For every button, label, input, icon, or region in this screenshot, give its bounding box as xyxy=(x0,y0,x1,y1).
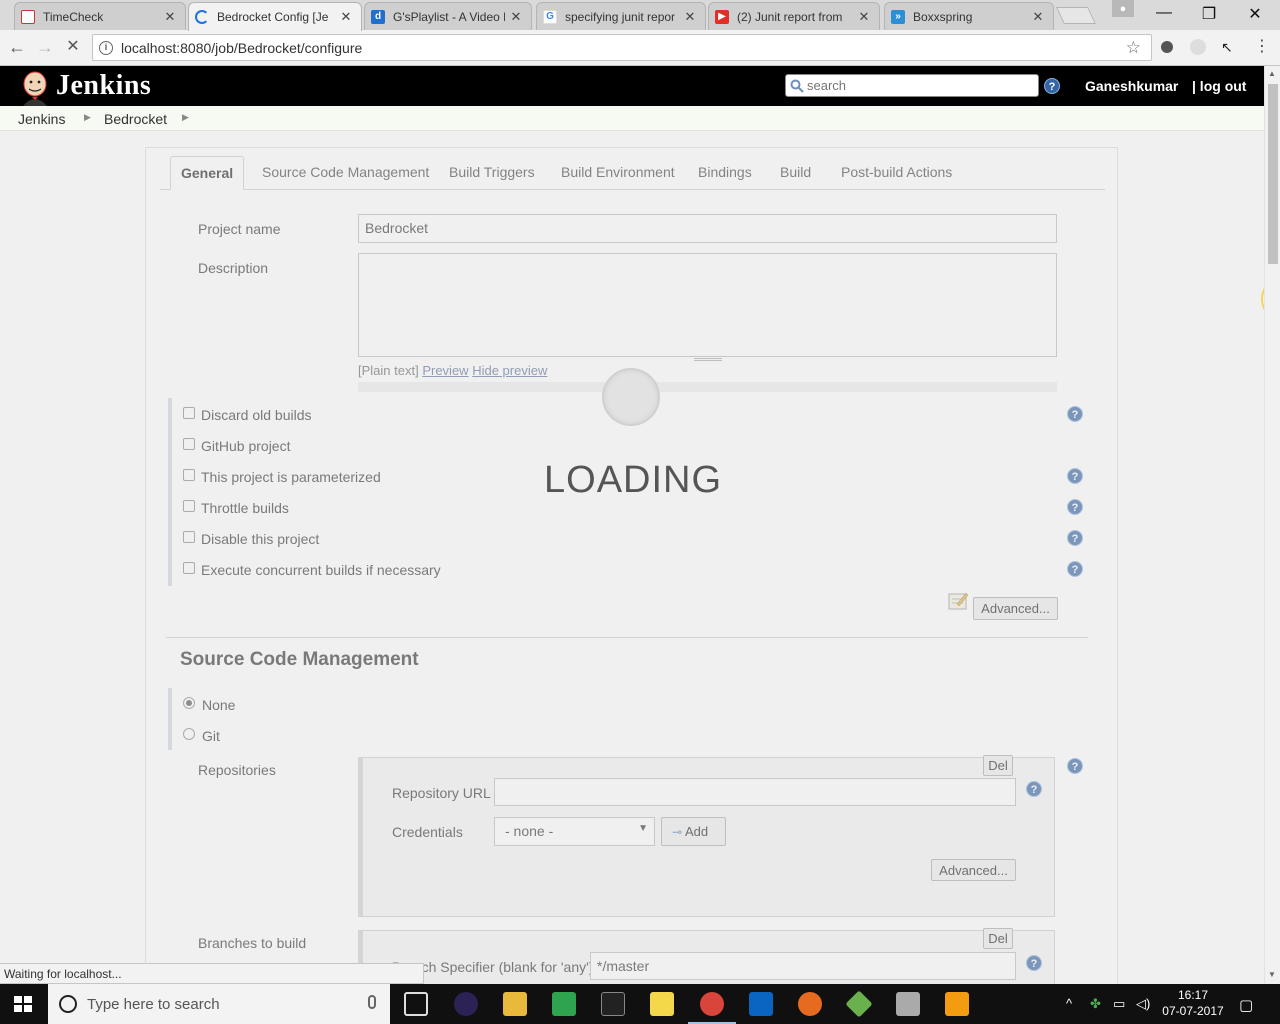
logout-link[interactable]: | log out xyxy=(1192,78,1246,94)
minimize-icon[interactable]: — xyxy=(1141,4,1187,22)
playlist-favicon: d xyxy=(371,9,385,24)
notifications-icon[interactable]: ▢ xyxy=(1239,996,1253,1014)
sticky-notes-icon[interactable] xyxy=(650,992,674,1016)
close-icon[interactable]: ✕ xyxy=(163,9,177,25)
search-icon xyxy=(790,79,804,93)
taskbar-search-placeholder[interactable]: Type here to search xyxy=(87,996,220,1013)
extension-icon[interactable] xyxy=(1190,39,1206,55)
extension-cursor-icon[interactable]: ↖ xyxy=(1221,39,1237,55)
clock-date: 07-07-2017 xyxy=(1162,1004,1224,1018)
url-text[interactable]: localhost:8080/job/Bedrocket/configure xyxy=(121,40,362,56)
network-icon[interactable]: ▭ xyxy=(1113,996,1125,1012)
help-icon[interactable]: ? xyxy=(1044,78,1060,94)
chevron-right-icon[interactable]: ▶ xyxy=(84,112,91,123)
firefox-icon[interactable] xyxy=(798,992,822,1016)
browser-tab-boxxspring[interactable]: » Boxxspring ✕ xyxy=(884,2,1054,30)
chrome-icon[interactable] xyxy=(688,992,736,1024)
back-icon[interactable]: ← xyxy=(6,36,28,58)
bookmark-star-icon[interactable]: ☆ xyxy=(1126,38,1141,58)
close-icon[interactable]: ✕ xyxy=(339,9,353,25)
new-tab-button[interactable] xyxy=(1056,7,1096,24)
forward-icon[interactable]: → xyxy=(34,36,56,58)
search-input[interactable] xyxy=(807,78,1027,93)
browser-status-bubble: Waiting for localhost... xyxy=(0,963,424,984)
browser-tab-bedrocket-config[interactable]: Bedrocket Config [Je ✕ xyxy=(188,2,362,31)
taskbar-search-box[interactable]: Type here to search xyxy=(48,984,390,1024)
google-favicon: G xyxy=(543,9,557,24)
file-explorer-icon[interactable] xyxy=(503,992,527,1016)
youtube-favicon: ▶ xyxy=(715,9,729,24)
app-window-icon[interactable] xyxy=(896,992,920,1016)
page-scrollbar[interactable]: ▲ ▼ xyxy=(1264,66,1280,984)
chevron-right-icon[interactable]: ▶ xyxy=(182,112,189,123)
windows-taskbar: Type here to search ^ ✤ ▭ ◁) 16:17 07-07… xyxy=(0,984,1280,1024)
jenkins-logo-text[interactable]: Jenkins xyxy=(56,70,151,102)
close-window-icon[interactable]: ✕ xyxy=(1232,4,1278,24)
close-icon[interactable]: ✕ xyxy=(857,9,871,25)
jenkins-header: Jenkins ? Ganeshkumar | log out xyxy=(0,66,1264,106)
tab-title: G'sPlaylist - A Video F xyxy=(393,9,505,24)
sublime-text-icon[interactable] xyxy=(945,992,969,1016)
tab-title: specifying junit repor xyxy=(565,9,676,24)
boxxspring-favicon: » xyxy=(891,9,905,24)
info-icon[interactable]: i xyxy=(99,40,113,55)
tab-title: TimeCheck xyxy=(43,9,104,24)
user-name-link[interactable]: Ganeshkumar xyxy=(1085,78,1178,94)
stop-loading-icon[interactable]: ✕ xyxy=(62,36,84,58)
tab-title: Boxxspring xyxy=(913,9,973,24)
browser-tab-timecheck[interactable]: TimeCheck ✕ xyxy=(14,2,186,30)
browser-tab-playlist[interactable]: d G'sPlaylist - A Video F ✕ xyxy=(364,2,532,30)
tab-title: (2) Junit report from xyxy=(737,9,843,24)
loading-text: LOADING xyxy=(544,459,723,501)
browser-tab-strip: TimeCheck ✕ Bedrocket Config [Je ✕ d G's… xyxy=(0,0,1280,31)
taskbar-clock[interactable]: 16:17 07-07-2017 xyxy=(1162,987,1224,1019)
volume-icon[interactable]: ◁) xyxy=(1136,996,1150,1012)
windows-start-icon[interactable] xyxy=(14,996,32,1013)
scrollbar-thumb[interactable] xyxy=(1268,84,1278,264)
cortana-icon xyxy=(59,995,77,1013)
menu-icon[interactable]: ⋮ xyxy=(1254,36,1270,55)
git-icon[interactable] xyxy=(845,990,873,1018)
tab-title: Bedrocket Config [Je xyxy=(217,10,329,24)
timecheck-favicon xyxy=(21,9,35,24)
jenkins-butler-logo[interactable] xyxy=(18,70,52,106)
task-view-icon[interactable] xyxy=(404,992,428,1016)
sublime-s-icon[interactable] xyxy=(552,992,576,1016)
restore-icon[interactable]: ❐ xyxy=(1186,4,1232,24)
loading-spinner-icon xyxy=(195,10,209,24)
network-app-icon[interactable]: ✤ xyxy=(1090,996,1101,1012)
breadcrumb-jenkins[interactable]: Jenkins xyxy=(18,111,65,127)
breadcrumb: Jenkins ▶ Bedrocket ▶ xyxy=(0,106,1264,131)
browser-toolbar: ← → ✕ i localhost:8080/job/Bedrocket/con… xyxy=(0,30,1280,66)
address-bar[interactable]: i localhost:8080/job/Bedrocket/configure… xyxy=(92,34,1152,61)
chevron-up-icon[interactable]: ^ xyxy=(1066,996,1072,1011)
close-icon[interactable]: ✕ xyxy=(509,9,523,25)
loading-spinner xyxy=(602,368,660,426)
jenkins-search-box[interactable] xyxy=(785,74,1039,97)
close-icon[interactable]: ✕ xyxy=(1031,9,1045,25)
scroll-down-icon[interactable]: ▼ xyxy=(1268,970,1276,979)
eclipse-icon[interactable] xyxy=(454,992,478,1016)
browser-tab-google-search[interactable]: G specifying junit repor ✕ xyxy=(536,2,706,30)
profile-icon[interactable]: ● xyxy=(1112,0,1134,17)
loading-overlay: LOADING xyxy=(0,131,1264,984)
close-icon[interactable]: ✕ xyxy=(683,9,697,25)
browser-tab-youtube[interactable]: ▶ (2) Junit report from ✕ xyxy=(708,2,880,30)
clock-time: 16:17 xyxy=(1177,988,1209,1002)
scroll-up-icon[interactable]: ▲ xyxy=(1268,69,1276,78)
outlook-icon[interactable] xyxy=(749,992,773,1016)
command-prompt-icon[interactable] xyxy=(601,992,625,1016)
extension-icon[interactable] xyxy=(1161,41,1173,53)
microphone-icon[interactable] xyxy=(368,995,376,1009)
breadcrumb-bedrocket[interactable]: Bedrocket xyxy=(104,111,167,127)
